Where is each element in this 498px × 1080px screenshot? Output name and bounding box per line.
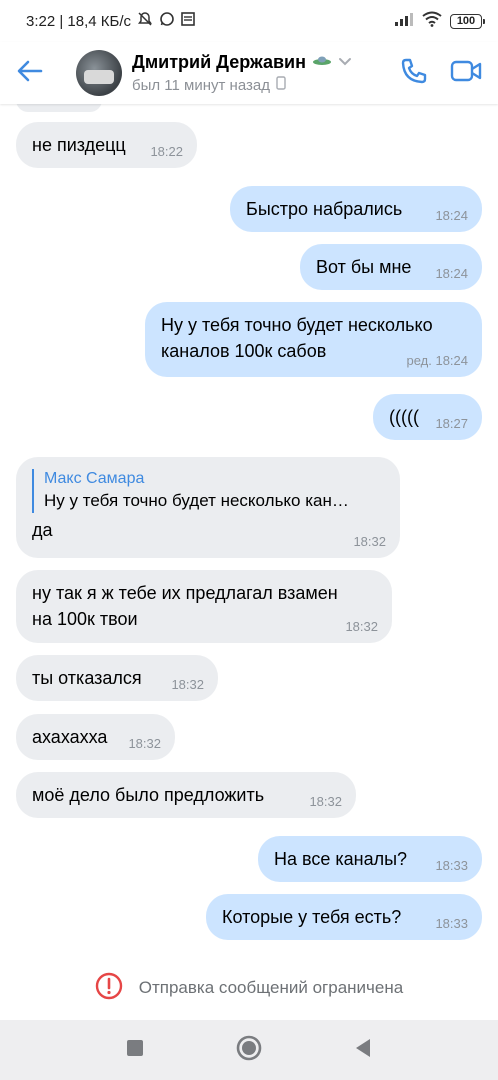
whatsapp-icon xyxy=(159,11,175,31)
message-time: 18:22 xyxy=(150,144,183,159)
message-time: 18:24 xyxy=(435,208,468,223)
ufo-icon xyxy=(312,54,332,72)
message-bubble-outgoing[interactable]: Которые у тебя есть? 18:33 xyxy=(206,894,482,940)
back-nav-button[interactable] xyxy=(354,1038,372,1063)
message-text-line-1: ну так я ж тебе их предлагал взамен xyxy=(32,583,338,603)
restriction-notice: Отправка сообщений ограничена xyxy=(0,960,498,1016)
message-time: 18:33 xyxy=(435,916,468,931)
status-bar: 3:22 | 18,4 КБ/с 100 xyxy=(0,0,498,42)
chat-header: Дмитрий Державин был 11 минут назад xyxy=(0,42,498,104)
message-bubble-outgoing[interactable]: Вот бы мне 18:24 xyxy=(300,244,482,290)
phone-call-icon[interactable] xyxy=(400,57,428,90)
message-bubble-outgoing[interactable]: На все каналы? 18:33 xyxy=(258,836,482,882)
message-text: Быстро набрались xyxy=(246,199,403,219)
chat-title-block[interactable]: Дмитрий Державин был 11 минут назад xyxy=(132,52,352,94)
message-bubble-partial[interactable] xyxy=(16,104,102,112)
message-time: 18:32 xyxy=(345,619,378,634)
wifi-icon xyxy=(422,11,442,31)
avatar[interactable] xyxy=(76,50,122,96)
home-button[interactable] xyxy=(236,1035,262,1066)
signal-icon xyxy=(394,12,414,30)
back-button[interactable] xyxy=(0,42,60,104)
warning-icon xyxy=(95,972,123,1005)
battery-icon: 100 xyxy=(450,13,485,29)
phone-device-icon xyxy=(276,76,286,94)
message-time: 18:33 xyxy=(435,858,468,873)
message-time: 18:27 xyxy=(435,416,468,431)
chat-status: был 11 минут назад xyxy=(132,76,270,94)
mute-icon xyxy=(137,11,153,31)
restriction-text: Отправка сообщений ограничена xyxy=(138,978,404,997)
message-time: 18:32 xyxy=(128,736,161,751)
message-text: Которые у тебя есть? xyxy=(222,907,402,927)
video-call-icon[interactable] xyxy=(450,59,482,88)
message-bubble-incoming[interactable]: ты отказался 18:32 xyxy=(16,655,218,701)
message-bubble-outgoing[interactable]: Ну у тебя точно будет несколько каналов … xyxy=(145,302,482,377)
message-bubble-outgoing[interactable]: ((((( 18:27 xyxy=(373,394,482,440)
system-nav-bar xyxy=(0,1020,498,1080)
message-bubble-incoming[interactable]: не пиздецц 18:22 xyxy=(16,122,197,168)
message-time: 18:24 xyxy=(435,266,468,281)
message-time: 18:32 xyxy=(353,534,386,549)
recents-button[interactable] xyxy=(126,1039,144,1062)
message-text-line-2: на 100к твои xyxy=(32,609,138,629)
message-text: моё дело было предложить xyxy=(32,785,265,805)
message-time: 18:32 xyxy=(171,677,204,692)
chevron-down-icon[interactable] xyxy=(338,54,352,72)
message-list[interactable]: не пиздецц 18:22 Быстро набрались 18:24 … xyxy=(0,104,498,960)
reply-text: Ну у тебя точно будет несколько кан… xyxy=(44,491,349,510)
message-bubble-incoming[interactable]: ну так я ж тебе их предлагал взамен на 1… xyxy=(16,570,392,643)
message-bubble-reply[interactable]: Макс Самара Ну у тебя точно будет нескол… xyxy=(16,457,400,558)
message-bubble-incoming[interactable]: ахахахха 18:32 xyxy=(16,714,175,760)
message-time: ред. 18:24 xyxy=(406,353,468,368)
arrow-left-icon xyxy=(17,60,43,87)
reply-quote[interactable]: Макс Самара Ну у тебя точно будет нескол… xyxy=(32,469,384,513)
message-time: 18:32 xyxy=(309,794,342,809)
chat-name: Дмитрий Державин xyxy=(132,52,306,72)
message-text-line-1: Ну у тебя точно будет несколько xyxy=(161,315,433,335)
message-text: да xyxy=(32,520,53,540)
message-bubble-outgoing[interactable]: Быстро набрались 18:24 xyxy=(230,186,482,232)
message-bubble-incoming[interactable]: моё дело было предложить 18:32 xyxy=(16,772,356,818)
notes-icon xyxy=(181,12,195,30)
reply-author: Макс Самара xyxy=(44,470,145,487)
status-time: 3:22 | 18,4 КБ/с xyxy=(26,12,132,30)
